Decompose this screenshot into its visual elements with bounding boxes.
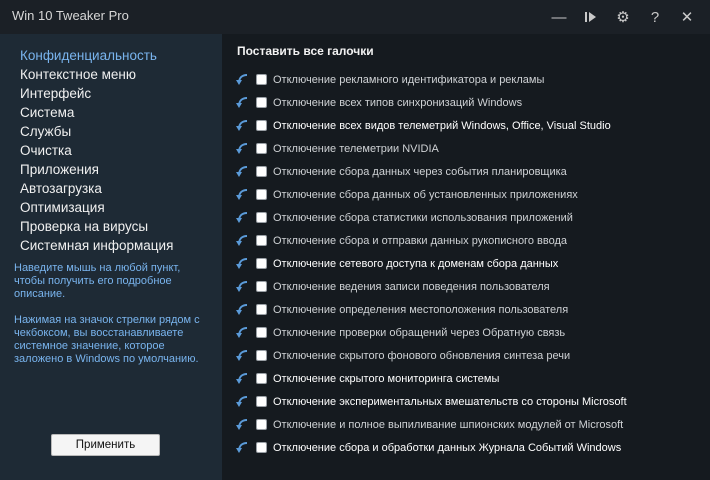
restore-default-arrow-icon[interactable] xyxy=(234,211,250,225)
option-row: Отключение сбора данных через события пл… xyxy=(234,160,627,183)
option-checkbox[interactable] xyxy=(256,212,267,223)
sidebar-nav: Конфиденциальность Контекстное меню Интерф… xyxy=(20,46,173,255)
restore-default-arrow-icon[interactable] xyxy=(234,418,250,432)
option-row: Отключение проверки обращений через Обра… xyxy=(234,321,627,344)
restore-default-arrow-icon[interactable] xyxy=(234,349,250,363)
hover-hint: Наведите мышь на любой пункт, чтобы полу… xyxy=(14,262,181,300)
option-row: Отключение сбора и отправки данных рукоп… xyxy=(234,229,627,252)
option-label[interactable]: Отключение телеметрии NVIDIA xyxy=(273,143,439,155)
option-row: Отключение сетевого доступа к доменам сб… xyxy=(234,252,627,275)
restore-default-arrow-icon[interactable] xyxy=(234,395,250,409)
option-checkbox[interactable] xyxy=(256,327,267,338)
main-panel: Поставить все галочки Отключение рекламн… xyxy=(222,34,710,480)
option-checkbox[interactable] xyxy=(256,304,267,315)
option-checkbox[interactable] xyxy=(256,120,267,131)
option-label[interactable]: Отключение скрытого мониторинга системы xyxy=(273,373,499,385)
option-label[interactable]: Отключение сбора данных через события пл… xyxy=(273,166,567,178)
option-label[interactable]: Отключение и полное выпиливание шпионски… xyxy=(273,419,623,431)
option-checkbox[interactable] xyxy=(256,396,267,407)
option-checkbox[interactable] xyxy=(256,166,267,177)
sidebar-item[interactable]: Службы xyxy=(20,122,173,141)
option-row: Отключение скрытого фонового обновления … xyxy=(234,344,627,367)
option-label[interactable]: Отключение сбора и обработки данных Журн… xyxy=(273,442,621,454)
sidebar-item[interactable]: Оптимизация xyxy=(20,198,173,217)
option-row: Отключение рекламного идентификатора и р… xyxy=(234,68,627,91)
option-checkbox[interactable] xyxy=(256,74,267,85)
sidebar-item[interactable]: Контекстное меню xyxy=(20,65,173,84)
close-icon[interactable]: ✕ xyxy=(674,6,700,28)
restore-default-arrow-icon[interactable] xyxy=(234,142,250,156)
option-row: Отключение сбора статистики использовани… xyxy=(234,206,627,229)
sidebar-item[interactable]: Система xyxy=(20,103,173,122)
check-all-button[interactable]: Поставить все галочки xyxy=(237,44,374,58)
option-checkbox[interactable] xyxy=(256,350,267,361)
option-row: Отключение сбора и обработки данных Журн… xyxy=(234,436,627,459)
restore-default-arrow-icon[interactable] xyxy=(234,188,250,202)
minimize-icon[interactable]: — xyxy=(546,6,572,28)
arrow-hint: Нажимая на значок стрелки рядом с чекбок… xyxy=(14,314,200,365)
option-checkbox[interactable] xyxy=(256,189,267,200)
option-label[interactable]: Отключение рекламного идентификатора и р… xyxy=(273,74,544,86)
restore-default-arrow-icon[interactable] xyxy=(234,119,250,133)
option-checkbox[interactable] xyxy=(256,258,267,269)
window-title: Win 10 Tweaker Pro xyxy=(12,8,129,23)
option-label[interactable]: Отключение сбора статистики использовани… xyxy=(273,212,573,224)
help-icon[interactable]: ? xyxy=(642,6,668,28)
window-controls: — ⚙ ? ✕ xyxy=(546,6,700,28)
option-row: Отключение сбора данных об установленных… xyxy=(234,183,627,206)
option-label[interactable]: Отключение проверки обращений через Обра… xyxy=(273,327,565,339)
restore-default-arrow-icon[interactable] xyxy=(234,234,250,248)
apply-button[interactable]: Применить xyxy=(51,434,160,456)
option-row: Отключение всех видов телеметрий Windows… xyxy=(234,114,627,137)
option-checkbox[interactable] xyxy=(256,97,267,108)
option-label[interactable]: Отключение ведения записи поведения поль… xyxy=(273,281,550,293)
option-label[interactable]: Отключение всех типов синхронизаций Wind… xyxy=(273,97,522,109)
sidebar-item[interactable]: Конфиденциальность xyxy=(20,46,173,65)
sidebar: Конфиденциальность Контекстное меню Интерф… xyxy=(0,34,222,480)
restore-default-arrow-icon[interactable] xyxy=(234,73,250,87)
sidebar-item[interactable]: Интерфейс xyxy=(20,84,173,103)
option-row: Отключение ведения записи поведения поль… xyxy=(234,275,627,298)
option-row: Отключение определения местоположения по… xyxy=(234,298,627,321)
restore-default-arrow-icon[interactable] xyxy=(234,303,250,317)
options-list: Отключение рекламного идентификатора и р… xyxy=(234,68,627,459)
sidebar-item[interactable]: Системная информация xyxy=(20,236,173,255)
sidebar-item[interactable]: Очистка xyxy=(20,141,173,160)
option-checkbox[interactable] xyxy=(256,143,267,154)
option-row: Отключение телеметрии NVIDIA xyxy=(234,137,627,160)
option-row: Отключение и полное выпиливание шпионски… xyxy=(234,413,627,436)
option-label[interactable]: Отключение сетевого доступа к доменам сб… xyxy=(273,258,558,270)
option-checkbox[interactable] xyxy=(256,419,267,430)
option-checkbox[interactable] xyxy=(256,281,267,292)
restore-default-arrow-icon[interactable] xyxy=(234,257,250,271)
option-row: Отключение скрытого мониторинга системы xyxy=(234,367,627,390)
gear-icon[interactable]: ⚙ xyxy=(610,6,636,28)
option-row: Отключение экспериментальных вмешательст… xyxy=(234,390,627,413)
restore-default-arrow-icon[interactable] xyxy=(234,96,250,110)
sidebar-item[interactable]: Автозагрузка xyxy=(20,179,173,198)
sidebar-item[interactable]: Приложения xyxy=(20,160,173,179)
restore-default-arrow-icon[interactable] xyxy=(234,165,250,179)
option-checkbox[interactable] xyxy=(256,373,267,384)
restore-default-arrow-icon[interactable] xyxy=(234,326,250,340)
option-label[interactable]: Отключение сбора и отправки данных рукоп… xyxy=(273,235,567,247)
option-checkbox[interactable] xyxy=(256,442,267,453)
title-bar: Win 10 Tweaker Pro — ⚙ ? ✕ xyxy=(0,0,710,34)
option-checkbox[interactable] xyxy=(256,235,267,246)
option-label[interactable]: Отключение определения местоположения по… xyxy=(273,304,568,316)
option-label[interactable]: Отключение экспериментальных вмешательст… xyxy=(273,396,627,408)
play-bar-icon[interactable] xyxy=(578,6,604,28)
option-row: Отключение всех типов синхронизаций Wind… xyxy=(234,91,627,114)
option-label[interactable]: Отключение сбора данных об установленных… xyxy=(273,189,578,201)
restore-default-arrow-icon[interactable] xyxy=(234,372,250,386)
option-label[interactable]: Отключение всех видов телеметрий Windows… xyxy=(273,120,611,132)
sidebar-item[interactable]: Проверка на вирусы xyxy=(20,217,173,236)
option-label[interactable]: Отключение скрытого фонового обновления … xyxy=(273,350,570,362)
restore-default-arrow-icon[interactable] xyxy=(234,441,250,455)
restore-default-arrow-icon[interactable] xyxy=(234,280,250,294)
